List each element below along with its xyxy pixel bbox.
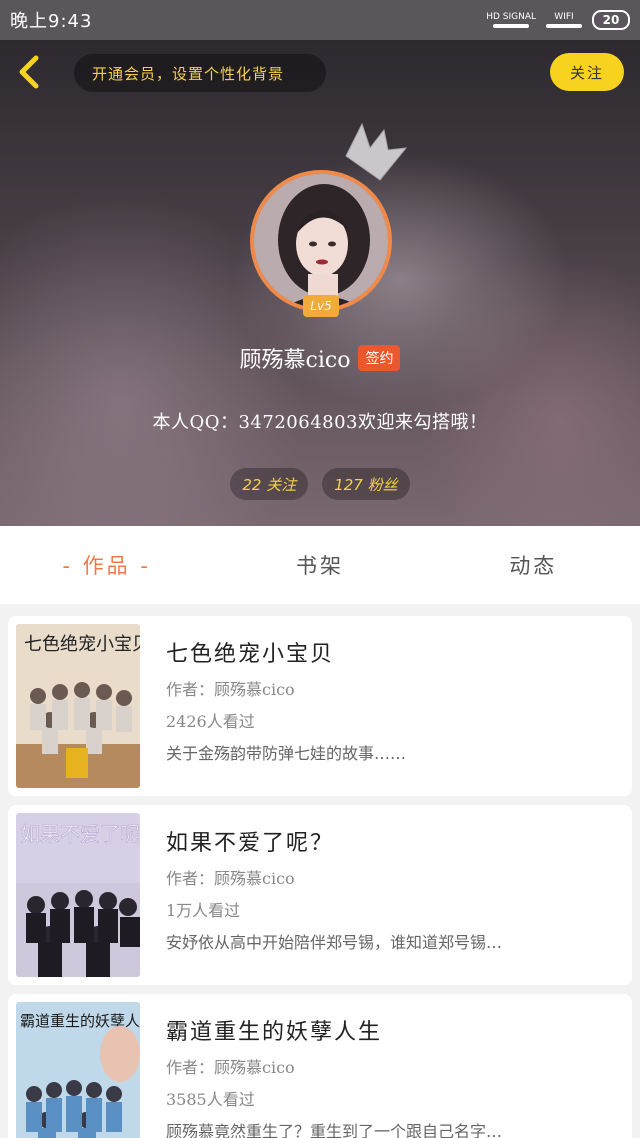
signed-badge: 签约 (358, 345, 401, 371)
following-count[interactable]: 22 关注 (230, 468, 309, 500)
work-description: 顾殇慕竟然重生了？重生到了一个跟自己名字… (166, 1122, 503, 1138)
book-cover-art: 七色绝宠小宝贝 (16, 624, 140, 788)
vip-background-prompt[interactable]: 开通会员，设置个性化背景 (74, 54, 326, 92)
list-item[interactable]: 七色绝宠小宝贝 七色绝宠小宝贝 作者：顾殇慕cico 2426人看过 关于金殇韵… (8, 616, 632, 796)
work-views: 2426人看过 (166, 712, 255, 731)
following-text: 22 关注 (242, 475, 297, 494)
list-item[interactable]: 如果不爱了呢？ 如果不爱了呢？ 作者：顾殇慕cico 1万人看过 安妤依从 (8, 805, 632, 985)
wifi-icon: WIFI (546, 12, 582, 28)
tab-bookshelf[interactable]: 书架 (213, 550, 426, 580)
work-views: 1万人看过 (166, 901, 241, 920)
battery-level: 20 (602, 13, 620, 27)
tab-works[interactable]: - 作品 - (0, 550, 213, 580)
signal-label: HD SIGNAL (486, 12, 536, 22)
avatar[interactable] (250, 170, 392, 312)
stats-row: 22 关注 127 粉丝 (0, 468, 640, 500)
work-info: 七色绝宠小宝贝 作者：顾殇慕cico 2426人看过 关于金殇韵带防弹七娃的故事… (140, 624, 624, 788)
battery-icon: 20 (592, 10, 630, 30)
cover-title: 如果不爱了呢？ (20, 822, 140, 846)
work-info: 霸道重生的妖孽人生 作者：顾殇慕cico 3585人看过 顾殇慕竟然重生了？重生… (140, 1002, 624, 1138)
work-title: 七色绝宠小宝贝 (166, 642, 335, 667)
work-description: 关于金殇韵带防弹七娃的故事…… (166, 744, 407, 763)
status-time: 晚上9:43 (10, 11, 93, 32)
tab-bar: - 作品 - 书架 动态 (0, 526, 640, 604)
signal-icon: HD SIGNAL (486, 12, 536, 28)
work-author: 作者：顾殇慕cico (166, 869, 295, 888)
tab-activity[interactable]: 动态 (427, 550, 640, 580)
follow-button-label: 关注 (569, 64, 604, 82)
level-text: Lv5 (310, 299, 332, 313)
wifi-label: WIFI (554, 12, 574, 22)
work-description: 安妤依从高中开始陪伴郑号锡，谁知道郑号锡… (166, 933, 503, 952)
work-author: 作者：顾殇慕cico (166, 1058, 295, 1077)
name-row: 顾殇慕cico 签约 (0, 342, 640, 374)
work-views: 3585人看过 (166, 1090, 255, 1109)
user-bio: 本人QQ：3472064803欢迎来勾搭哦！ (152, 412, 488, 433)
book-cover: 七色绝宠小宝贝 (16, 624, 140, 788)
follow-button[interactable]: 关注 (550, 53, 624, 91)
status-bar: 晚上9:43 HD SIGNAL WIFI 20 (0, 0, 640, 40)
book-cover-art: 如果不爱了呢？ (16, 813, 140, 977)
work-info: 如果不爱了呢？ 作者：顾殇慕cico 1万人看过 安妤依从高中开始陪伴郑号锡，谁… (140, 813, 624, 977)
book-cover: 霸道重生的妖孽人生 (16, 1002, 140, 1138)
vip-prompt-text: 开通会员，设置个性化背景 (92, 64, 285, 83)
work-title: 霸道重生的妖孽人生 (166, 1020, 383, 1045)
works-list: 七色绝宠小宝贝 七色绝宠小宝贝 作者：顾殇慕cico 2426人看过 关于金殇韵… (0, 604, 640, 1138)
user-name: 顾殇慕cico (239, 348, 351, 373)
level-badge: Lv5 (303, 295, 339, 317)
fans-count[interactable]: 127 粉丝 (322, 468, 410, 500)
fans-text: 127 粉丝 (334, 475, 398, 494)
status-icons: HD SIGNAL WIFI 20 (486, 10, 630, 30)
list-item[interactable]: 霸道重生的妖孽人生 霸道重生的妖孽人生 作者：顾殇慕cico 3585人看过 (8, 994, 632, 1138)
cover-title: 七色绝宠小宝贝 (24, 634, 140, 655)
book-cover-art: 霸道重生的妖孽人生 (16, 1002, 140, 1138)
back-arrow-icon[interactable] (12, 54, 48, 90)
crown-icon (345, 122, 408, 181)
profile-header: 开通会员，设置个性化背景 关注 Lv5 顾殇慕cico 签约 本人QQ：3472… (0, 40, 640, 526)
work-author: 作者：顾殇慕cico (166, 680, 295, 699)
book-cover: 如果不爱了呢？ (16, 813, 140, 977)
work-title: 如果不爱了呢？ (166, 831, 335, 856)
